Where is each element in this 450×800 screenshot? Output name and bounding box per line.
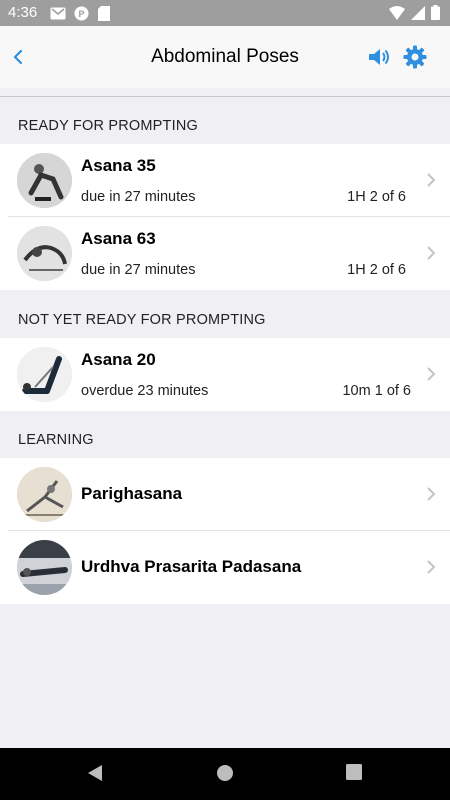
ready-list: Asana 35 due in 27 minutes 1H 2 of 6 Asa… — [0, 144, 450, 290]
list-item[interactable]: Asana 20 overdue 23 minutes 10m 1 of 6 — [0, 338, 450, 411]
speaker-icon[interactable] — [366, 44, 392, 70]
item-name: Parighasana — [81, 484, 183, 503]
item-name: Urdhva Prasarita Padasana — [81, 557, 302, 576]
chevron-right-icon — [426, 559, 436, 575]
list-item[interactable]: Asana 63 due in 27 minutes 1H 2 of 6 — [0, 217, 450, 290]
pose-thumbnail — [17, 347, 72, 402]
item-name: Asana 20 — [81, 350, 156, 369]
recents-square-icon[interactable] — [346, 764, 362, 785]
not-ready-list: Asana 20 overdue 23 minutes 10m 1 of 6 — [0, 338, 450, 411]
status-bar: 4:36 P — [0, 0, 450, 26]
item-due: due in 27 minutes — [81, 189, 196, 205]
item-due: due in 27 minutes — [81, 262, 196, 278]
nav-divider — [0, 96, 450, 97]
gmail-icon — [50, 6, 66, 20]
item-progress: 1H 2 of 6 — [347, 189, 406, 205]
system-navigation-bar — [0, 748, 450, 800]
list-item[interactable]: Urdhva Prasarita Padasana — [0, 531, 450, 604]
list-item[interactable]: Parighasana — [0, 458, 450, 531]
item-progress: 1H 2 of 6 — [347, 262, 406, 278]
svg-text:P: P — [78, 9, 84, 19]
pose-thumbnail — [17, 226, 72, 281]
pose-thumbnail — [17, 153, 72, 208]
item-name: Asana 63 — [81, 229, 156, 248]
list-item[interactable]: Asana 35 due in 27 minutes 1H 2 of 6 — [0, 144, 450, 217]
battery-icon — [431, 5, 440, 25]
item-name: Asana 35 — [81, 156, 156, 175]
app-notification-icon: P — [74, 6, 89, 20]
section-header-learning: LEARNING — [18, 432, 94, 448]
navigation-bar: Abdominal Poses — [0, 26, 450, 88]
home-circle-icon[interactable] — [216, 764, 234, 787]
item-due: overdue 23 minutes — [81, 383, 209, 399]
status-time: 4:36 — [8, 4, 38, 21]
chevron-right-icon — [426, 245, 436, 261]
section-header-ready: READY FOR PROMPTING — [18, 118, 198, 134]
item-progress: 10m 1 of 6 — [342, 383, 411, 399]
back-triangle-icon[interactable] — [87, 764, 103, 787]
pose-thumbnail — [17, 467, 72, 522]
chevron-right-icon — [426, 172, 436, 188]
section-header-not-ready: NOT YET READY FOR PROMPTING — [18, 312, 266, 328]
chevron-right-icon — [426, 366, 436, 382]
wifi-icon — [389, 5, 405, 25]
learning-list: Parighasana Urdhva Prasarita Padasana — [0, 458, 450, 604]
sd-card-icon — [98, 5, 110, 21]
gear-icon[interactable] — [402, 44, 428, 70]
chevron-right-icon — [426, 486, 436, 502]
pose-thumbnail — [17, 540, 72, 595]
signal-icon — [411, 5, 425, 25]
